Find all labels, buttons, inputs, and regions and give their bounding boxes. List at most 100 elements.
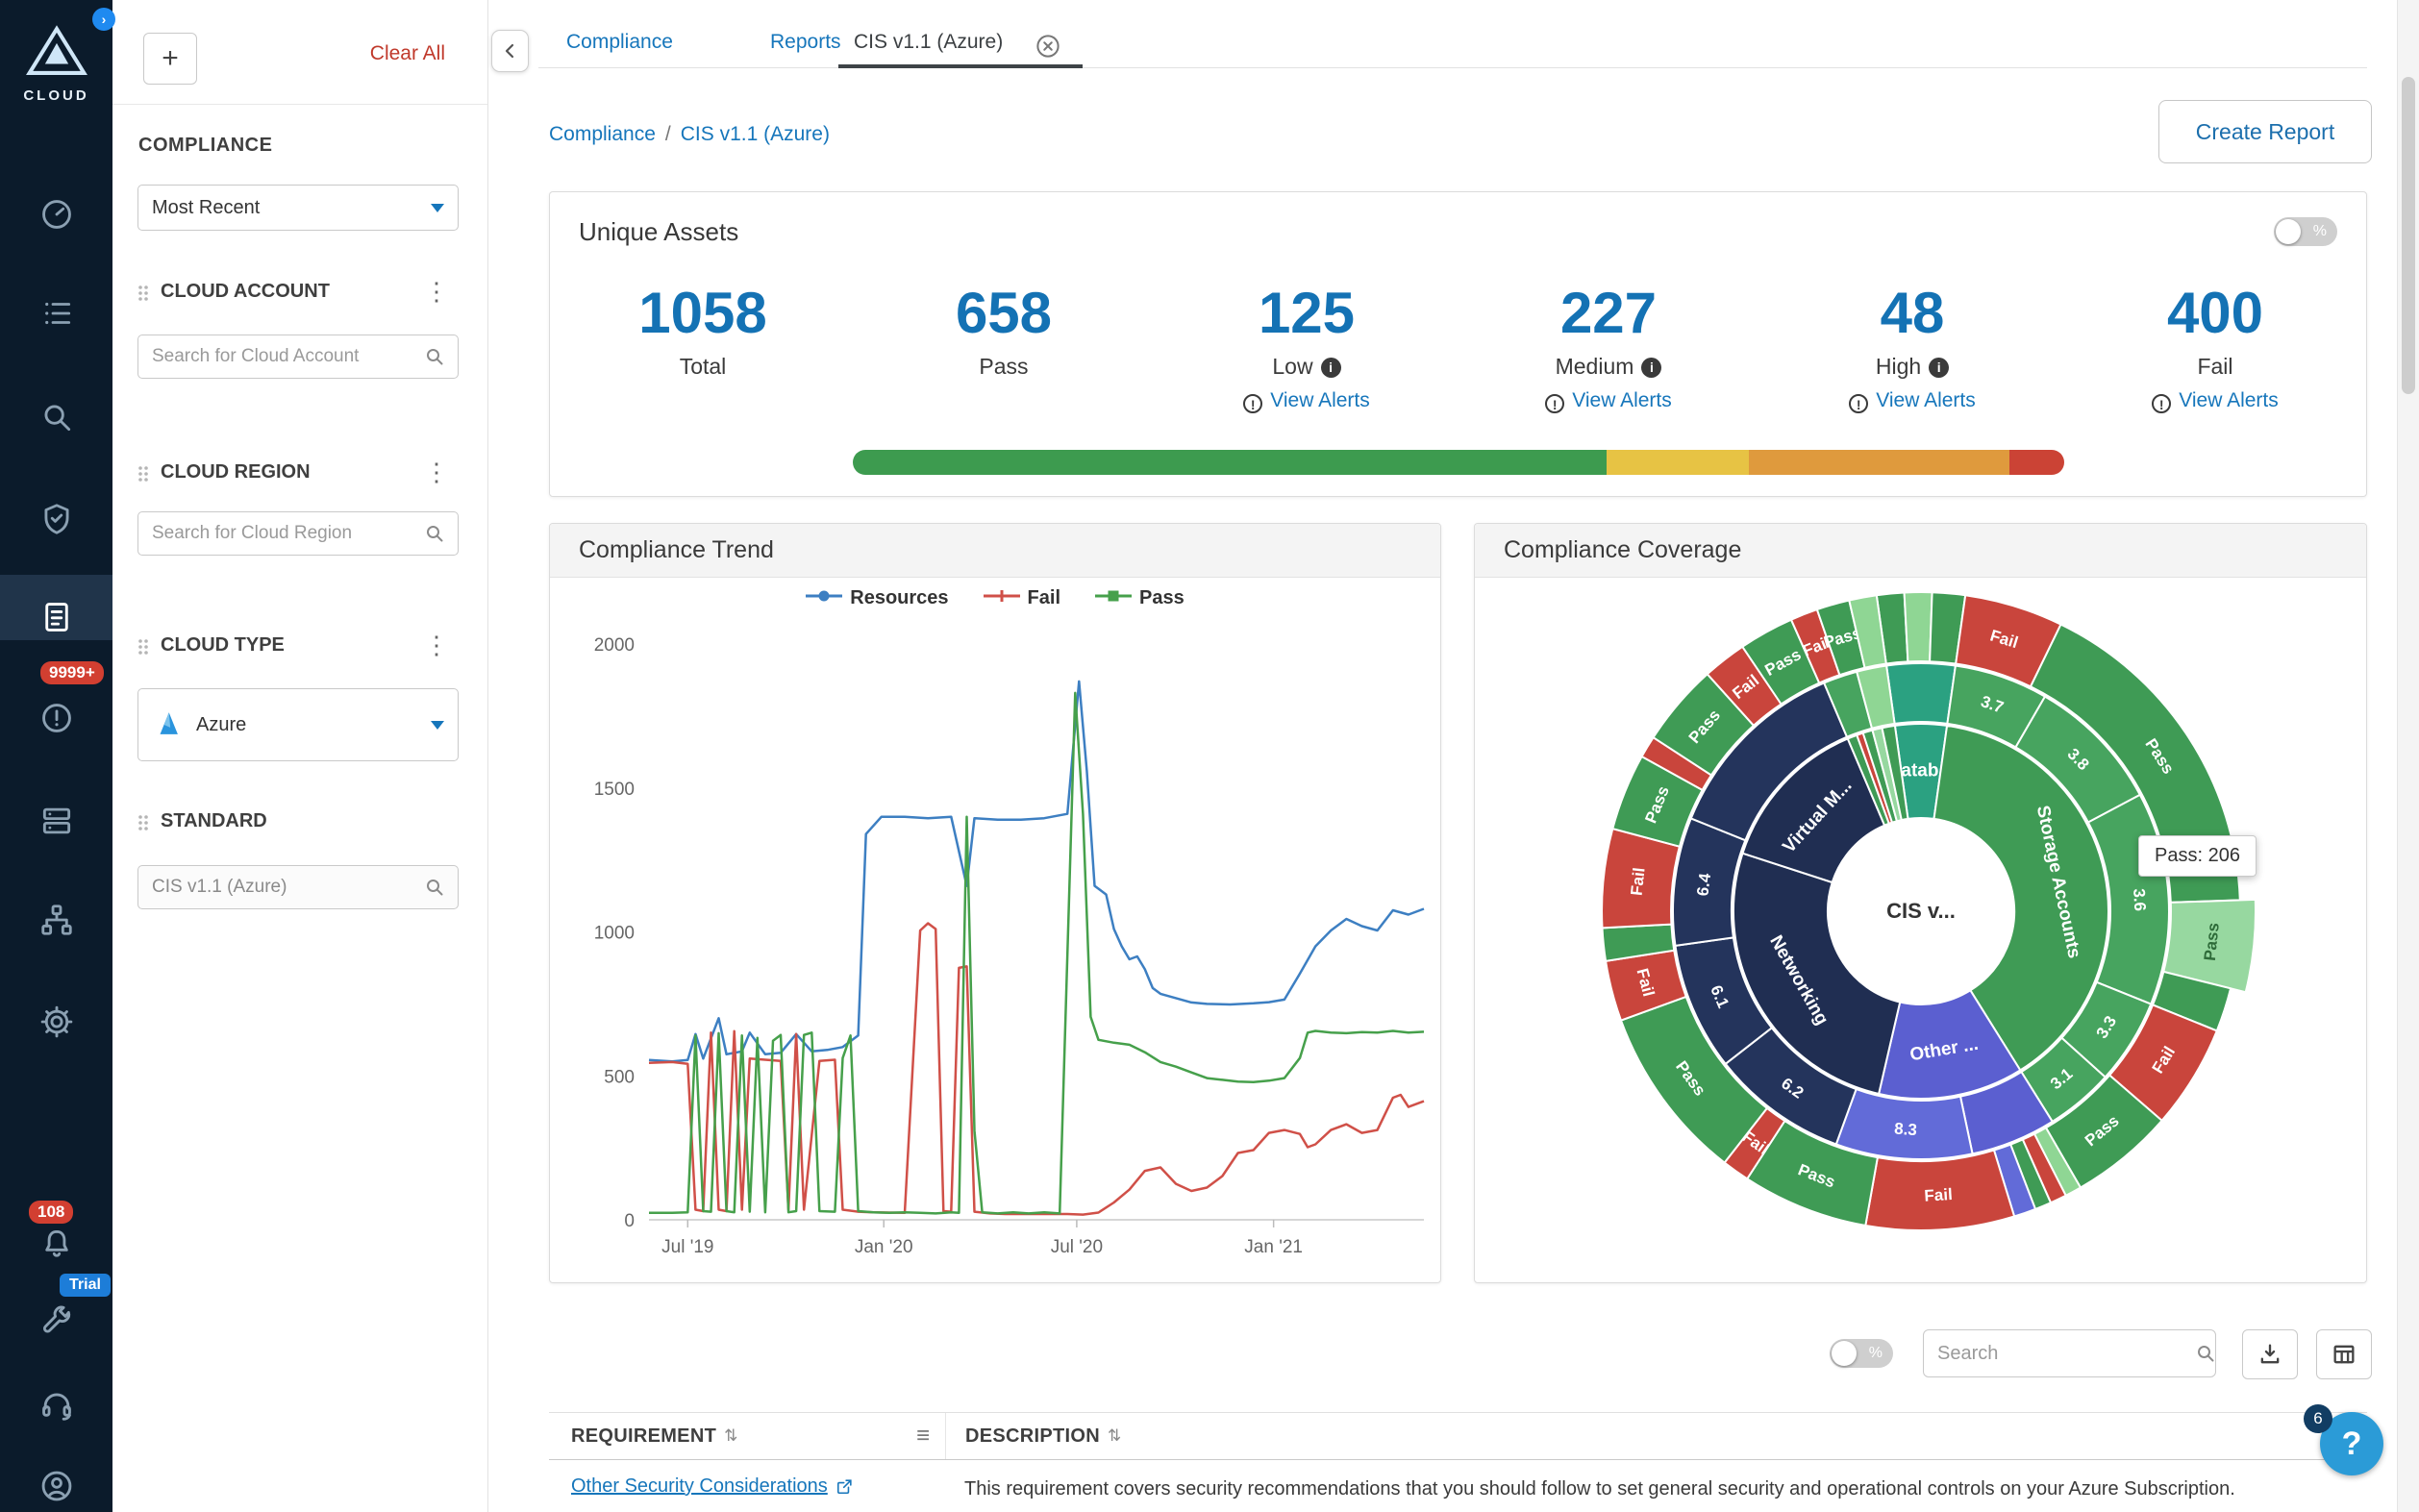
nav-network-item[interactable] (0, 892, 112, 948)
cloud-account-search-input[interactable] (150, 345, 423, 368)
search-icon (2194, 1342, 2217, 1365)
info-icon[interactable]: i (1929, 358, 1949, 378)
filter-section-label: CLOUD ACCOUNT (161, 281, 330, 303)
cloud-type-select[interactable]: Azure (137, 688, 459, 761)
cloud-region-search-input[interactable] (150, 522, 423, 545)
kebab-menu-icon[interactable]: ⋮ (424, 631, 449, 660)
table-columns-icon (2331, 1341, 2357, 1368)
chevron-down-icon (431, 721, 444, 730)
drag-handle-icon[interactable] (137, 637, 150, 657)
percent-toggle[interactable]: % (2274, 217, 2337, 246)
chevron-down-icon (431, 204, 444, 212)
nav-tools-item[interactable] (0, 1292, 112, 1348)
trial-badge: Trial (60, 1274, 111, 1297)
info-icon[interactable]: i (1321, 358, 1341, 378)
clear-all-filters-link[interactable]: Clear All (370, 42, 445, 65)
nav-support-item[interactable] (0, 1377, 112, 1433)
nav-defend-item[interactable] (0, 491, 112, 547)
table-search-input[interactable] (1935, 1342, 2194, 1366)
breadcrumb-current-link[interactable]: CIS v1.1 (Azure) (681, 123, 830, 145)
app-logo[interactable]: CLOUD (0, 25, 112, 104)
nav-assets-item[interactable] (0, 793, 112, 849)
nav-compliance-item[interactable] (0, 589, 112, 645)
standard-search (137, 865, 459, 909)
page-scrollbar[interactable] (2397, 0, 2419, 1512)
search-icon (38, 399, 75, 435)
report-icon (38, 599, 75, 635)
alert-circle-icon: ! (1243, 394, 1262, 413)
tab-reports[interactable]: Reports (770, 31, 841, 54)
legend-item-fail[interactable]: Fail (984, 587, 1060, 609)
azure-logo-icon (152, 708, 185, 741)
kebab-menu-icon[interactable]: ⋮ (424, 458, 449, 487)
tab-cis-v11-azure[interactable]: CIS v1.1 (Azure) (854, 31, 1003, 54)
unique-assets-card: Unique Assets % 1058 Total 658 Pass 125 … (549, 191, 2367, 497)
stat-value: 125 (1153, 285, 1460, 342)
nav-settings-item[interactable] (0, 994, 112, 1050)
nav-profile-item[interactable] (0, 1458, 112, 1512)
info-icon[interactable]: i (1641, 358, 1661, 378)
breadcrumb-parent-link[interactable]: Compliance (549, 123, 656, 145)
network-icon (38, 902, 75, 938)
add-filter-button[interactable]: + (143, 33, 197, 85)
layers-icon (38, 803, 75, 839)
stat-label: Pass (850, 354, 1158, 380)
view-alerts-link[interactable]: !View Alerts (1153, 389, 1460, 413)
nav-dashboard-item[interactable] (0, 186, 112, 242)
download-button[interactable] (2242, 1329, 2298, 1379)
filter-section-label: STANDARD (161, 810, 267, 832)
column-header-description[interactable]: DESCRIPTION ⇅ (945, 1413, 2367, 1459)
nav-inventory-item[interactable] (0, 285, 112, 341)
logo-text: CLOUD (0, 87, 112, 104)
legend-item-pass[interactable]: Pass (1095, 587, 1185, 609)
coverage-sunburst-chart[interactable]: Datab...Storage AccountsOther ...Network… (1475, 577, 2368, 1284)
nav-alerts-item[interactable] (0, 690, 112, 746)
toggle-percent-label: % (1869, 1339, 1883, 1368)
drag-handle-icon[interactable] (137, 813, 150, 832)
drag-handle-icon[interactable] (137, 284, 150, 303)
checklist-icon (38, 295, 75, 332)
tab-bar-border (538, 67, 2367, 68)
column-settings-button[interactable] (2316, 1329, 2372, 1379)
svg-text:6.4: 6.4 (1693, 872, 1714, 897)
trend-line-chart: 0500100015002000Jul '19Jan '20Jul '20Jan… (550, 620, 1442, 1283)
column-header-requirement[interactable]: REQUIREMENT ⇅ ≡ (549, 1423, 945, 1450)
legend-item-resources[interactable]: Resources (806, 587, 948, 609)
stat-total: 1058 Total (549, 285, 857, 380)
nav-notifications-item[interactable] (0, 1216, 112, 1272)
drag-handle-icon[interactable] (137, 464, 150, 483)
filter-section-cloud-region: CLOUD REGION ⋮ (112, 459, 487, 488)
column-menu-icon[interactable]: ≡ (916, 1423, 930, 1450)
compliance-trend-card: Compliance Trend Resources Fail Pass 050… (549, 523, 1441, 1283)
alert-circle-icon (38, 700, 75, 736)
nav-notification-dot[interactable]: › (92, 8, 115, 31)
stat-value: 48 (1758, 285, 2066, 342)
stat-label: Total (549, 354, 857, 380)
stat-label: Lowi (1153, 354, 1460, 380)
view-alerts-link[interactable]: !View Alerts (1758, 389, 2066, 413)
sort-select[interactable]: Most Recent (137, 185, 459, 231)
view-alerts-link[interactable]: !View Alerts (2061, 389, 2369, 413)
svg-text:2000: 2000 (594, 635, 635, 656)
alert-circle-icon: ! (2152, 394, 2171, 413)
stat-label: Highi (1758, 354, 2066, 380)
compliance-count-badge: 9999+ (40, 661, 104, 684)
sidebar-collapse-button[interactable] (491, 30, 529, 72)
create-report-button[interactable]: Create Report (2158, 100, 2372, 163)
sort-icon[interactable]: ⇅ (1108, 1426, 1121, 1446)
filter-panel-title: COMPLIANCE (138, 135, 272, 157)
sort-icon[interactable]: ⇅ (724, 1426, 737, 1446)
requirement-link[interactable]: Other Security Considerations (571, 1475, 854, 1498)
bar-segment-pass (853, 450, 1607, 475)
nav-investigate-item[interactable] (0, 389, 112, 445)
stat-value: 227 (1455, 285, 1762, 342)
standard-search-input[interactable] (150, 876, 423, 899)
scrollbar-thumb[interactable] (2402, 77, 2415, 394)
tab-close-icon[interactable] (1034, 32, 1062, 61)
cloud-account-search (137, 335, 459, 379)
view-alerts-link[interactable]: !View Alerts (1455, 389, 1762, 413)
kebab-menu-icon[interactable]: ⋮ (424, 277, 449, 307)
table-percent-toggle[interactable]: % (1830, 1339, 1893, 1368)
filter-section-standard: STANDARD (112, 808, 487, 837)
tab-compliance[interactable]: Compliance (566, 31, 673, 54)
